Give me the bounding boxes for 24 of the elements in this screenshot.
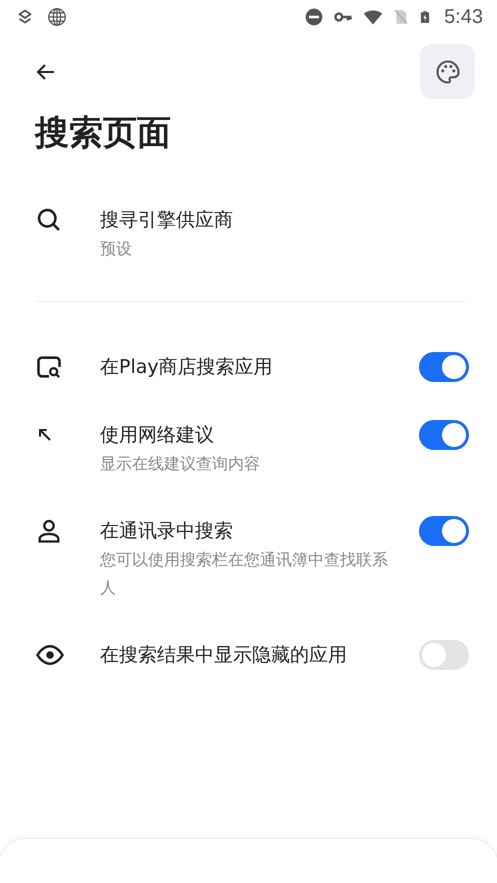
setting-title: 在搜索结果中显示隐藏的应用	[100, 643, 348, 668]
toggle-switch[interactable]	[419, 420, 469, 450]
no-sim-icon	[392, 7, 410, 27]
toggle-switch[interactable]	[419, 640, 469, 670]
toggle-switch[interactable]	[419, 352, 469, 382]
toggle-switch[interactable]	[419, 516, 469, 546]
setting-title: 使用网络建议	[100, 423, 215, 448]
page-title: 搜索页面	[35, 112, 172, 155]
setting-description: 预设	[100, 238, 133, 260]
setting-description: 显示在线建议查询内容	[100, 453, 261, 476]
setting-title: 在通讯录中搜索	[100, 519, 234, 544]
setting-title: 在Play商店搜索应用	[100, 355, 274, 380]
switch-setting-row[interactable]: 在Play商店搜索应用	[0, 352, 497, 382]
switch-setting-row[interactable]: 在通讯录中搜索 您可以使用搜索栏在您通讯簿中查找联系人	[0, 516, 497, 602]
setting-description: 您可以使用搜索栏在您通讯簿中查找联系人	[100, 549, 389, 600]
setting-row[interactable]: 搜寻引擎供应商 预设	[0, 205, 497, 264]
switch-setting-row[interactable]: 使用网络建议 显示在线建议查询内容	[0, 420, 497, 478]
setting-title: 搜寻引擎供应商	[100, 208, 234, 234]
switch-setting-row[interactable]: 在搜索结果中显示隐藏的应用	[0, 640, 497, 670]
globe-icon	[46, 6, 68, 28]
do-not-disturb-icon	[304, 7, 324, 27]
palette-icon	[434, 58, 462, 86]
clock-time: 5:43	[444, 6, 483, 28]
theme-button[interactable]	[420, 44, 475, 99]
